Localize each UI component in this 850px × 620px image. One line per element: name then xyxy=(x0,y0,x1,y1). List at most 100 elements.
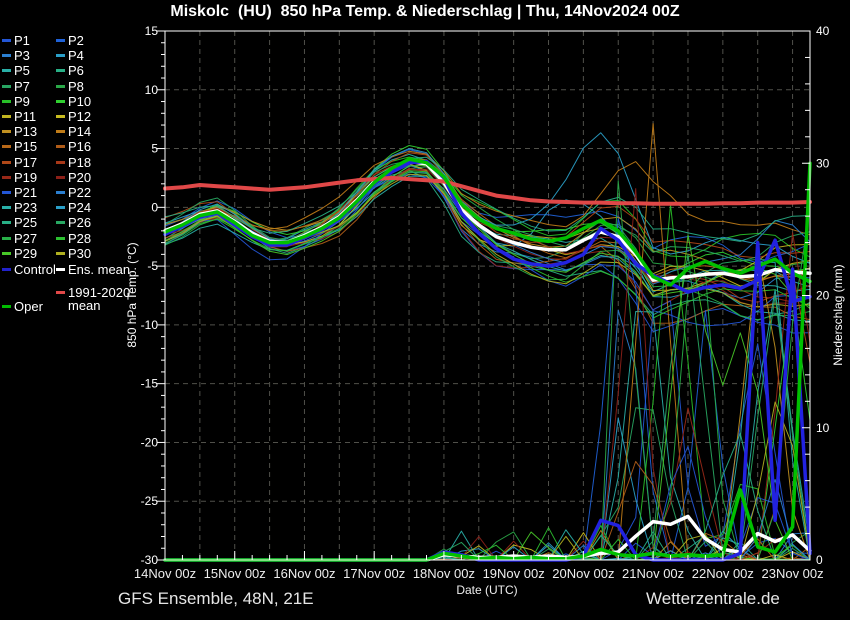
legend-swatch xyxy=(56,100,65,103)
legend-item-label: P15 xyxy=(14,140,37,153)
legend-swatch xyxy=(2,221,11,224)
legend-item-label: P22 xyxy=(68,186,91,199)
right-tick-label: 10 xyxy=(816,421,830,435)
left-tick-label: 10 xyxy=(145,83,159,97)
legend-item-label: P28 xyxy=(68,232,91,245)
legend-item: P14 xyxy=(56,125,91,138)
legend-item-label: P14 xyxy=(68,125,91,138)
legend-item-label: P2 xyxy=(68,34,84,47)
ensemble-member-precip-line xyxy=(165,301,810,560)
legend-item-label: P26 xyxy=(68,216,91,229)
legend-swatch xyxy=(56,161,65,164)
legend-item-label: P18 xyxy=(68,156,91,169)
legend-item: P1 xyxy=(2,34,30,47)
legend-item: P19 xyxy=(2,171,37,184)
legend-swatch xyxy=(56,268,65,271)
left-tick-label: 15 xyxy=(145,24,159,38)
x-tick-label: 23Nov 00z xyxy=(761,566,823,581)
legend-item: P30 xyxy=(56,247,91,260)
meteogram-page: Miskolc (HU) 850 hPa Temp. & Niederschla… xyxy=(0,0,850,620)
legend-item-label: P4 xyxy=(68,49,84,62)
left-tick-label: 0 xyxy=(151,200,158,214)
right-tick-label: 40 xyxy=(816,24,830,38)
legend-item: P12 xyxy=(56,110,91,123)
ensemble-member-temp-line xyxy=(165,160,810,280)
left-tick-label: -10 xyxy=(141,318,159,332)
legend-item: P21 xyxy=(2,186,37,199)
legend-item-label: P13 xyxy=(14,125,37,138)
legend-item: P18 xyxy=(56,156,91,169)
legend-item: P9 xyxy=(2,95,30,108)
legend-item-label: P11 xyxy=(14,110,36,123)
ensemble-member-temp-line xyxy=(165,133,810,264)
x-tick-label: 21Nov 00z xyxy=(622,566,684,581)
x-tick-label: 15Nov 00z xyxy=(204,566,266,581)
x-tick-label: 16Nov 00z xyxy=(273,566,335,581)
legend-swatch xyxy=(2,252,11,255)
left-tick-label: 5 xyxy=(151,142,158,156)
legend-item-label: P1 xyxy=(14,34,30,47)
legend-item: P25 xyxy=(2,216,37,229)
ensemble-member-precip-line xyxy=(165,418,810,560)
legend-item: P20 xyxy=(56,171,91,184)
legend-swatch xyxy=(2,206,11,209)
legend-swatch xyxy=(56,191,65,194)
legend-item: P2 xyxy=(56,34,84,47)
legend-item-label: P30 xyxy=(68,247,91,260)
legend-item-label: P3 xyxy=(14,49,30,62)
legend-item-label: P29 xyxy=(14,247,37,260)
ensemble-member-precip-line xyxy=(165,296,810,561)
legend-item: P13 xyxy=(2,125,37,138)
legend-item-label: P8 xyxy=(68,80,84,93)
legend: P1P2P3P4P5P6P7P8P9P10P11P12P13P14P15P16P… xyxy=(0,0,118,360)
legend-item: P3 xyxy=(2,49,30,62)
x-tick-label: 17Nov 00z xyxy=(343,566,405,581)
legend-item-label: P21 xyxy=(14,186,37,199)
legend-swatch xyxy=(56,221,65,224)
legend-swatch xyxy=(2,268,11,271)
ensemble-member-precip-line xyxy=(165,271,810,560)
legend-swatch xyxy=(2,39,11,42)
legend-swatch xyxy=(2,54,11,57)
legend-item: P5 xyxy=(2,64,30,77)
legend-item-label: P17 xyxy=(14,156,37,169)
legend-swatch xyxy=(56,39,65,42)
ensemble-member-precip-line xyxy=(165,290,810,560)
legend-item-label: P12 xyxy=(68,110,91,123)
footer-model-info: GFS Ensemble, 48N, 21E xyxy=(118,589,314,609)
legend-item-label: Ens. mean xyxy=(68,263,130,276)
legend-swatch xyxy=(2,305,11,308)
x-tick-label: 22Nov 00z xyxy=(692,566,754,581)
ensemble-member-precip-line xyxy=(165,310,810,560)
x-tick-label: 19Nov 00z xyxy=(483,566,545,581)
legend-item: P22 xyxy=(56,186,91,199)
footer-watermark: Wetterzentrale.de xyxy=(646,589,780,609)
legend-item-label: P23 xyxy=(14,201,37,214)
ensemble-member-precip-line xyxy=(165,218,810,560)
legend-swatch xyxy=(56,69,65,72)
x-tick-label: 20Nov 00z xyxy=(552,566,614,581)
legend-item-label: P9 xyxy=(14,95,30,108)
legend-item-label: Control xyxy=(14,263,56,276)
legend-item: P15 xyxy=(2,140,37,153)
legend-item-label: Oper xyxy=(14,300,43,313)
legend-item: P10 xyxy=(56,95,91,108)
legend-item: P17 xyxy=(2,156,37,169)
legend-item: P23 xyxy=(2,201,37,214)
legend-item-label: P10 xyxy=(68,95,91,108)
right-tick-label: 30 xyxy=(816,156,830,170)
legend-item-label: P27 xyxy=(14,232,37,245)
legend-item: P28 xyxy=(56,232,91,245)
legend-swatch xyxy=(2,85,11,88)
left-tick-label: -30 xyxy=(141,553,159,567)
legend-item-label: P24 xyxy=(68,201,91,214)
legend-swatch xyxy=(2,115,11,118)
ensemble-member-temp-line xyxy=(165,174,810,326)
oper-temp-line xyxy=(165,159,810,285)
legend-item: P11 xyxy=(2,110,36,123)
legend-item: P6 xyxy=(56,64,84,77)
legend-swatch xyxy=(56,85,65,88)
legend-swatch xyxy=(56,252,65,255)
legend-swatch xyxy=(2,130,11,133)
legend-item: P29 xyxy=(2,247,37,260)
